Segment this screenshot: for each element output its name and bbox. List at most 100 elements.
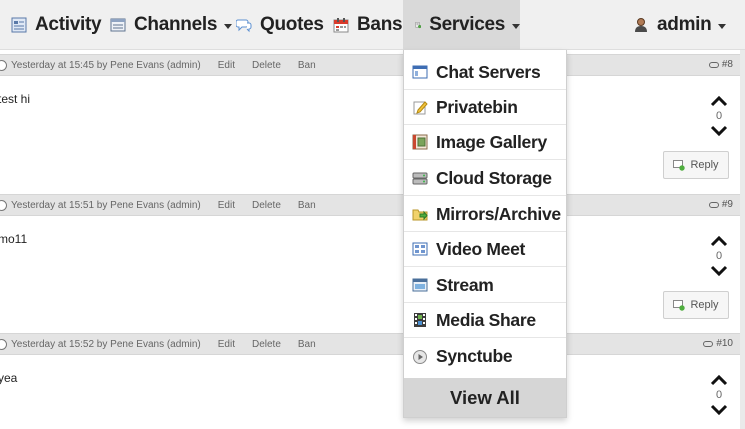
speech-bubble-icon (236, 19, 252, 33)
menu-item-synctube[interactable]: Synctube (404, 339, 566, 374)
post-permalink[interactable]: #10 (703, 338, 733, 349)
ban-link[interactable]: Ban (298, 200, 316, 211)
post-number: #10 (716, 338, 733, 349)
post-body: mo11 (0, 232, 28, 246)
menu-item-video-meet[interactable]: Video Meet (404, 232, 566, 267)
menu-item-label: Stream (436, 274, 494, 295)
chevron-down-icon (224, 23, 233, 29)
post-permalink[interactable]: #9 (708, 199, 733, 210)
nav-user-menu[interactable]: admin (633, 0, 727, 50)
link-icon (708, 61, 719, 68)
downvote-icon[interactable] (709, 403, 729, 417)
reply-button[interactable]: Reply (663, 291, 729, 319)
menu-item-label: Synctube (436, 346, 513, 366)
upvote-icon[interactable] (709, 373, 729, 387)
clock-icon (0, 338, 7, 350)
post-meta: Yesterday at 15:52 by Pene Evans (admin) (11, 338, 201, 350)
upvote-icon[interactable] (709, 94, 729, 108)
nav-channels-label: Channels (134, 14, 218, 35)
menu-item-media-share[interactable]: Media Share (404, 303, 566, 338)
reply-label: Reply (690, 159, 719, 171)
nav-activity[interactable]: Activity (11, 0, 102, 50)
post-header: Yesterday at 15:51 by Pene Evans (admin)… (0, 194, 745, 216)
post-number: #8 (721, 59, 733, 70)
stream-window-icon (412, 278, 428, 292)
downvote-icon[interactable] (709, 124, 729, 138)
post-permalink[interactable]: #8 (708, 59, 733, 70)
upvote-icon[interactable] (709, 234, 729, 248)
menu-item-stream[interactable]: Stream (404, 268, 566, 303)
post-item: Yesterday at 15:45 by Pene Evans (admin)… (0, 54, 745, 190)
calendar-ban-icon (333, 18, 349, 33)
page-scrollbar[interactable] (740, 50, 745, 429)
user-avatar-icon (635, 18, 647, 32)
post-header: Yesterday at 15:45 by Pene Evans (admin)… (0, 54, 745, 76)
nav-bans[interactable]: Bans (333, 0, 403, 50)
reply-button[interactable]: Reply (663, 151, 729, 179)
ban-link[interactable]: Ban (298, 60, 316, 71)
vote-count: 0 (715, 389, 723, 401)
services-icon (415, 22, 422, 29)
nav-bans-label: Bans (357, 14, 403, 35)
delete-link[interactable]: Delete (252, 200, 281, 211)
menu-item-label: Image Gallery (436, 131, 547, 152)
chevron-down-icon (512, 23, 520, 29)
post-item: Yesterday at 15:51 by Pene Evans (admin)… (0, 194, 745, 330)
vote-count: 0 (715, 110, 723, 122)
pencil-note-icon (413, 101, 428, 115)
post-number: #9 (721, 199, 733, 210)
post-body: yea (0, 371, 18, 385)
post-item: Yesterday at 15:52 by Pene Evans (admin)… (0, 333, 745, 429)
services-dropdown-menu: Chat Servers Privatebin Image Gallery Cl… (403, 50, 567, 418)
nav-services[interactable]: Services (403, 0, 520, 50)
menu-item-cloud-storage[interactable]: Cloud Storage (404, 161, 566, 196)
ban-link[interactable]: Ban (298, 339, 316, 350)
post-body: test hi (0, 92, 31, 106)
vote-widget: 0 (709, 234, 729, 278)
vote-widget: 0 (709, 94, 729, 138)
clock-icon (0, 59, 7, 71)
nav-quotes-label: Quotes (260, 14, 324, 35)
nav-user-label: admin (657, 14, 712, 35)
menu-item-chat-servers[interactable]: Chat Servers (404, 55, 566, 90)
menu-item-privatebin[interactable]: Privatebin (404, 90, 566, 125)
menu-item-image-gallery[interactable]: Image Gallery (404, 125, 566, 160)
menu-item-label: Privatebin (436, 96, 518, 117)
reply-icon (673, 299, 686, 311)
vote-count: 0 (715, 250, 723, 262)
delete-link[interactable]: Delete (252, 60, 281, 71)
storage-drive-icon (412, 172, 428, 185)
post-meta: Yesterday at 15:51 by Pene Evans (admin) (11, 199, 201, 211)
nav-activity-label: Activity (35, 14, 102, 35)
edit-link[interactable]: Edit (218, 60, 235, 71)
delete-link[interactable]: Delete (252, 339, 281, 350)
reply-label: Reply (690, 299, 719, 311)
reply-icon (673, 159, 686, 171)
video-grid-icon (412, 242, 428, 256)
menu-item-label: Video Meet (436, 238, 526, 259)
clock-icon (0, 199, 7, 211)
image-gallery-icon (412, 134, 428, 150)
chat-servers-icon (412, 65, 428, 79)
nav-channels[interactable]: Channels (110, 0, 233, 50)
menu-item-label: Cloud Storage (436, 167, 552, 188)
menu-item-mirrors-archive[interactable]: Mirrors/Archive (404, 197, 566, 232)
view-all-button[interactable]: View All (404, 378, 566, 417)
activity-icon (11, 17, 27, 33)
link-icon (703, 340, 714, 347)
post-header: Yesterday at 15:52 by Pene Evans (admin)… (0, 333, 745, 355)
menu-item-label: Chat Servers (436, 61, 541, 82)
channels-icon (110, 18, 126, 32)
film-icon (414, 313, 426, 327)
downvote-icon[interactable] (709, 264, 729, 278)
nav-quotes[interactable]: Quotes (236, 0, 324, 50)
link-icon (708, 201, 719, 208)
folder-arrow-icon (412, 209, 428, 221)
edit-link[interactable]: Edit (218, 339, 235, 350)
post-meta: Yesterday at 15:45 by Pene Evans (admin) (11, 59, 201, 71)
play-circle-icon (413, 349, 427, 364)
edit-link[interactable]: Edit (218, 200, 235, 211)
menu-item-label: Mirrors/Archive (436, 203, 561, 224)
top-nav-bar: Activity Channels Quotes Bans Services a… (0, 0, 745, 50)
menu-item-label: Media Share (436, 309, 536, 330)
